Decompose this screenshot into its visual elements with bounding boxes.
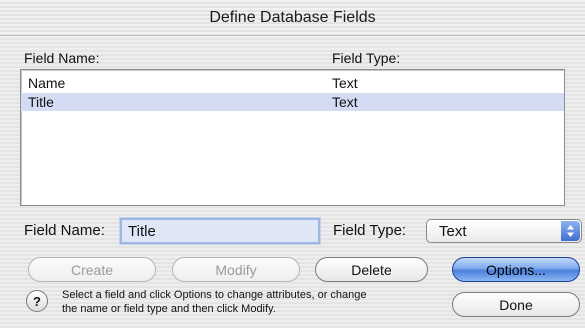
field-type-label: Field Type: [333,222,407,239]
list-item[interactable]: Name Text [21,74,564,92]
window-title: Define Database Fields [209,8,376,26]
list-item-selected[interactable]: Title Text [21,93,564,111]
title-bar: Define Database Fields [0,0,585,36]
column-header-field-name: Field Name: [24,50,100,66]
delete-button[interactable]: Delete [315,257,428,282]
help-text-line-2: the name or field type and then click Mo… [62,303,276,315]
help-icon[interactable]: ? [26,290,48,312]
popup-arrows-icon [561,221,580,241]
done-button[interactable]: Done [452,292,580,317]
field-name-cell: Title [28,94,54,110]
field-type-value: Text [439,222,467,240]
create-button[interactable]: Create [28,257,156,282]
field-type-cell: Text [332,94,358,110]
column-header-field-type: Field Type: [332,50,401,66]
help-text-line-1: Select a field and click Options to chan… [62,289,367,301]
help-text: Select a field and click Options to chan… [62,288,442,316]
field-name-label: Field Name: [24,222,105,239]
field-name-value: Title [128,222,156,240]
fields-list[interactable]: Name Text Title Text [20,69,565,206]
options-button[interactable]: Options... [452,257,580,282]
field-name-input[interactable]: Title [120,218,320,244]
field-type-cell: Text [332,75,358,91]
field-type-select[interactable]: Text [426,219,582,243]
field-name-cell: Name [28,75,66,91]
modify-button[interactable]: Modify [172,257,300,282]
